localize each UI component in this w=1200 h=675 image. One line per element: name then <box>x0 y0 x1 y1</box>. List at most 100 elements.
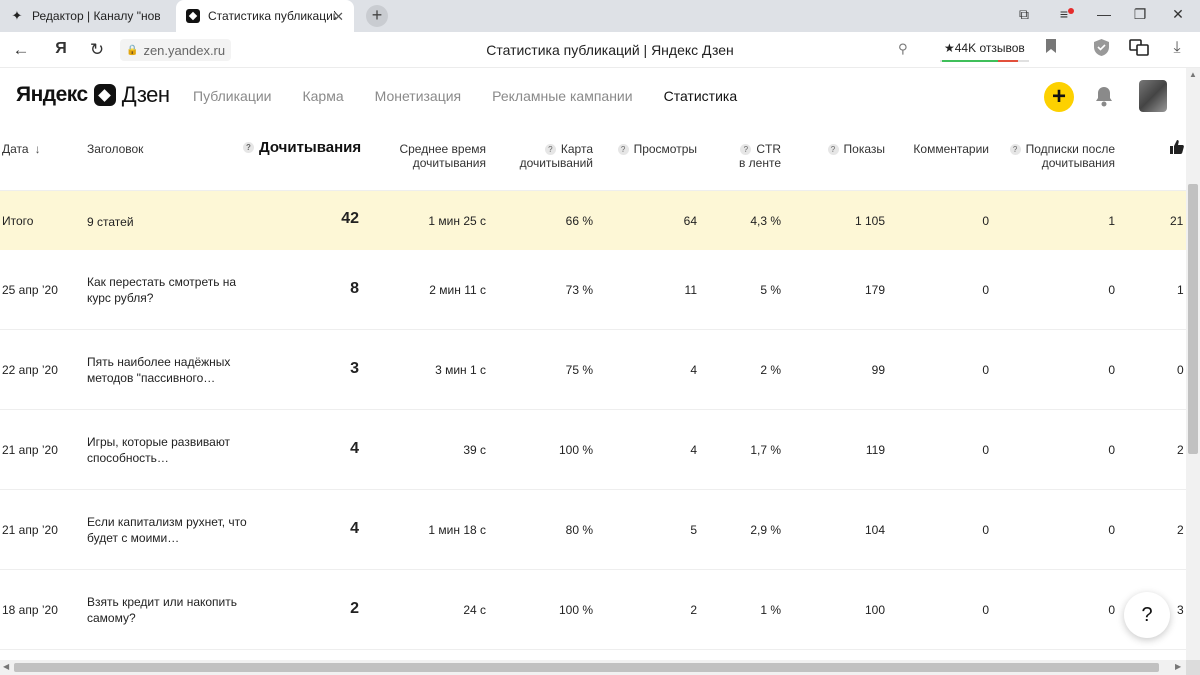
row-date: 25 апр ’20 <box>2 283 58 297</box>
url-text: zen.yandex.ru <box>143 42 226 58</box>
table-row[interactable]: 22 апр ’20 Пять наиболее надёжных методо… <box>0 330 1186 410</box>
row-likes: 0 <box>1177 363 1184 377</box>
translate-icon[interactable] <box>1128 39 1150 62</box>
browser-tab-editor[interactable]: ✦ Редактор | Каналу "новичок" <box>0 0 176 32</box>
column-header-comments[interactable]: Комментарии <box>913 142 989 156</box>
create-publication-button[interactable]: + <box>1044 82 1074 112</box>
avatar[interactable] <box>1139 80 1167 112</box>
row-title[interactable]: Пять наиболее надёжных методов "пассивно… <box>87 354 257 386</box>
vertical-scroll-thumb[interactable] <box>1188 184 1198 454</box>
close-tab-icon[interactable]: ✕ <box>333 9 344 25</box>
row-likes: 2 <box>1177 523 1184 537</box>
help-question-icon[interactable]: ? <box>243 142 254 153</box>
column-header-reads[interactable]: ? Дочитывания <box>243 140 361 155</box>
header-label: в ленте <box>738 156 781 170</box>
logo-product: Дзен <box>121 82 170 107</box>
browser-tab-statistics[interactable]: Статистика публикаций ✕ <box>176 0 354 32</box>
menu-item-monetization[interactable]: Монетизация <box>375 88 462 104</box>
minimize-button[interactable]: — <box>1092 6 1116 22</box>
bookmark-icon[interactable] <box>1040 39 1062 58</box>
row-read-map: 73 % <box>565 283 593 297</box>
menu-item-statistics[interactable]: Статистика <box>664 88 738 104</box>
column-header-ctr[interactable]: ? CTR в ленте <box>739 142 781 170</box>
row-ctr: 2,9 % <box>750 523 781 537</box>
help-question-icon[interactable]: ? <box>827 144 839 155</box>
menu-item-publications[interactable]: Публикации <box>193 88 271 104</box>
sparkle-icon: ✦ <box>11 8 23 23</box>
search-zoom-icon[interactable]: ⚲ <box>898 41 908 57</box>
rating-bar-bad <box>998 60 1018 62</box>
row-subscriptions: 0 <box>1108 523 1115 537</box>
scroll-right-arrow-icon[interactable]: ▶ <box>1175 662 1181 671</box>
tab-label: Редактор | Каналу "новичок" <box>32 9 160 23</box>
help-question-icon[interactable]: ? <box>1009 144 1021 155</box>
help-question-icon[interactable]: ? <box>740 144 752 155</box>
reviews-button[interactable]: ★44K отзывов <box>940 36 1029 62</box>
scrollbar-corner <box>1186 660 1200 675</box>
row-title[interactable]: Взять кредит или накопить самому? <box>87 594 257 626</box>
horizontal-scroll-thumb[interactable] <box>14 663 1159 672</box>
yandex-dzen-logo[interactable]: Яндекс Дзен <box>16 82 170 108</box>
close-window-button[interactable]: ✕ <box>1166 6 1190 23</box>
yandex-home-button[interactable]: Я <box>50 40 72 58</box>
table-row[interactable]: 25 апр ’20 Как перестать смотреть на кур… <box>0 250 1186 330</box>
column-header-views[interactable]: ? Просмотры <box>617 142 697 156</box>
table-header: Дата ↓ Заголовок ? Дочитывания Среднее вре… <box>0 124 1186 191</box>
help-button[interactable]: ? <box>1124 592 1170 638</box>
notification-dot <box>1068 8 1074 14</box>
row-avg-time: 39 с <box>463 443 486 457</box>
row-title[interactable]: Если капитализм рухнет, что будет с моим… <box>87 514 257 546</box>
row-reads: 3 <box>350 360 359 377</box>
row-comments: 0 <box>982 363 989 377</box>
help-question-icon[interactable]: ? <box>617 144 629 155</box>
row-likes: 2 <box>1177 443 1184 457</box>
row-views: 11 <box>684 283 697 297</box>
logo-brand: Яндекс <box>16 83 88 106</box>
url-field[interactable]: 🔒 zen.yandex.ru <box>120 39 232 61</box>
vertical-scrollbar[interactable]: ▲ <box>1186 68 1200 660</box>
back-button[interactable]: ← <box>10 40 32 60</box>
total-reads: 42 <box>341 210 359 227</box>
tabs-overview-icon[interactable]: ⧉ <box>1012 6 1036 23</box>
new-tab-button[interactable]: + <box>366 5 388 27</box>
table-row[interactable]: 21 апр ’20 Игры, которые развивают спосо… <box>0 410 1186 490</box>
scroll-left-arrow-icon[interactable]: ◀ <box>3 662 9 671</box>
row-title[interactable]: Игры, которые развивают способность… <box>87 434 257 466</box>
row-date: 22 апр ’20 <box>2 363 58 377</box>
column-header-subscriptions[interactable]: ? Подписки после дочитывания <box>1009 142 1115 170</box>
row-date: 21 апр ’20 <box>2 443 58 457</box>
column-header-impressions[interactable]: ? Показы <box>827 142 885 156</box>
total-likes: 21 <box>1170 214 1184 228</box>
row-title[interactable]: Как перестать смотреть на курс рубля? <box>87 274 257 306</box>
likes-thumb-up-icon[interactable] <box>1170 140 1184 157</box>
column-header-read-map[interactable]: ? Карта дочитываний <box>520 142 593 170</box>
total-subscriptions: 1 <box>1108 214 1115 228</box>
row-subscriptions: 0 <box>1108 443 1115 457</box>
header-label: Показы <box>843 142 885 156</box>
header-label: дочитываний <box>519 156 593 170</box>
column-header-date[interactable]: Дата ↓ <box>2 142 41 156</box>
dzen-mark-icon <box>93 84 116 106</box>
column-header-avg-time[interactable]: Среднее время дочитывания <box>399 142 486 170</box>
table-row[interactable]: 21 апр ’20 Если капитализм рухнет, что б… <box>0 490 1186 570</box>
restore-button[interactable]: ❐ <box>1128 6 1152 23</box>
reload-button[interactable]: ↻ <box>86 40 108 60</box>
total-ctr: 4,3 % <box>750 214 781 228</box>
row-likes: 1 <box>1177 283 1184 297</box>
row-subscriptions: 0 <box>1108 603 1115 617</box>
download-icon[interactable]: ⤓ <box>1166 39 1188 57</box>
help-question-icon[interactable]: ? <box>544 144 556 155</box>
reviews-label: ★44K отзывов <box>944 41 1025 55</box>
scroll-up-arrow-icon[interactable]: ▲ <box>1189 70 1197 79</box>
row-views: 2 <box>690 603 697 617</box>
row-likes: 3 <box>1177 603 1184 617</box>
table-row[interactable]: 18 апр ’20 Взять кредит или накопить сам… <box>0 570 1186 650</box>
horizontal-scrollbar[interactable]: ◀ ▶ <box>0 660 1186 675</box>
row-impressions: 100 <box>864 603 885 617</box>
row-read-map: 100 % <box>558 443 593 457</box>
protect-shield-icon[interactable] <box>1090 39 1112 61</box>
menu-item-karma[interactable]: Карма <box>302 88 343 104</box>
row-ctr: 5 % <box>760 283 781 297</box>
bell-icon[interactable] <box>1094 86 1114 108</box>
menu-item-ad-campaigns[interactable]: Рекламные кампании <box>492 88 632 104</box>
